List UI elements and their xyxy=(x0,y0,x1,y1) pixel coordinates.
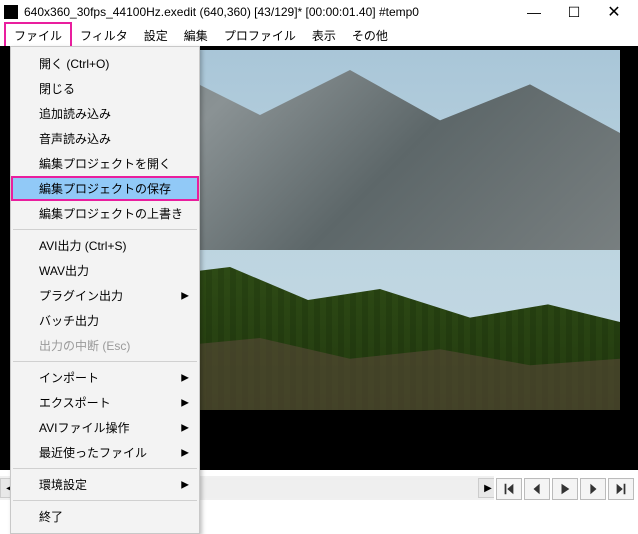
menu-settings[interactable]: 設定 xyxy=(136,24,176,47)
maximize-button[interactable]: ☐ xyxy=(554,0,594,24)
close-button[interactable]: ✕ xyxy=(594,0,634,24)
submenu-arrow-icon: ▶ xyxy=(181,397,189,408)
file-menu-item[interactable]: バッチ出力 xyxy=(11,308,199,333)
menu-view[interactable]: 表示 xyxy=(304,24,344,47)
file-menu-item[interactable]: インポート▶ xyxy=(11,365,199,390)
prev-frame-button[interactable] xyxy=(524,478,550,500)
submenu-arrow-icon: ▶ xyxy=(181,447,189,458)
submenu-arrow-icon: ▶ xyxy=(181,479,189,490)
file-menu-item[interactable]: AVI出力 (Ctrl+S) xyxy=(11,233,199,258)
submenu-arrow-icon: ▶ xyxy=(181,290,189,301)
file-menu-item[interactable]: 閉じる xyxy=(11,76,199,101)
menu-separator xyxy=(13,500,197,501)
file-menu-item: 出力の中断 (Esc) xyxy=(11,333,199,358)
app-icon xyxy=(4,5,18,19)
file-menu-item[interactable]: 追加読み込み xyxy=(11,101,199,126)
file-menu-item[interactable]: AVIファイル操作▶ xyxy=(11,415,199,440)
next-frame-button[interactable] xyxy=(580,478,606,500)
menu-separator xyxy=(13,229,197,230)
file-menu-item[interactable]: 最近使ったファイル▶ xyxy=(11,440,199,465)
menubar: ファイル フィルタ 設定 編集 プロファイル 表示 その他 xyxy=(0,24,638,46)
menu-profile[interactable]: プロファイル xyxy=(216,24,304,47)
minimize-button[interactable]: — xyxy=(514,0,554,24)
menu-file[interactable]: ファイル xyxy=(4,22,72,49)
titlebar: 640x360_30fps_44100Hz.exedit (640,360) [… xyxy=(0,0,638,24)
file-menu-item[interactable]: 編集プロジェクトを開く xyxy=(11,151,199,176)
file-menu-item[interactable]: 開く (Ctrl+O) xyxy=(11,51,199,76)
file-menu-dropdown: 開く (Ctrl+O)閉じる追加読み込み音声読み込み編集プロジェクトを開く編集プ… xyxy=(10,46,200,534)
play-button[interactable] xyxy=(552,478,578,500)
skip-start-button[interactable] xyxy=(496,478,522,500)
file-menu-item[interactable]: 環境設定▶ xyxy=(11,472,199,497)
menu-filter[interactable]: フィルタ xyxy=(72,24,136,47)
menu-separator xyxy=(13,468,197,469)
menu-separator xyxy=(13,361,197,362)
submenu-arrow-icon: ▶ xyxy=(181,422,189,433)
file-menu-item[interactable]: 編集プロジェクトの保存 xyxy=(11,176,199,201)
menu-other[interactable]: その他 xyxy=(344,24,396,47)
file-menu-item[interactable]: プラグイン出力▶ xyxy=(11,283,199,308)
file-menu-item[interactable]: WAV出力 xyxy=(11,258,199,283)
file-menu-item[interactable]: 終了 xyxy=(11,504,199,529)
submenu-arrow-icon: ▶ xyxy=(181,372,189,383)
window-title: 640x360_30fps_44100Hz.exedit (640,360) [… xyxy=(24,5,514,19)
file-menu-item[interactable]: 音声読み込み xyxy=(11,126,199,151)
file-menu-item[interactable]: 編集プロジェクトの上書き xyxy=(11,201,199,226)
file-menu-item[interactable]: エクスポート▶ xyxy=(11,390,199,415)
playback-controls xyxy=(494,476,636,500)
menu-edit[interactable]: 編集 xyxy=(176,24,216,47)
skip-end-button[interactable] xyxy=(608,478,634,500)
